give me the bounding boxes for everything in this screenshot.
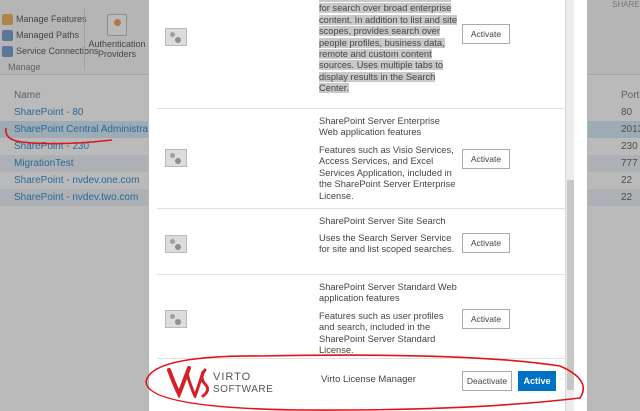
- dialog-scrollbar[interactable]: [565, 0, 574, 411]
- virto-logo-mark-icon: [167, 366, 210, 398]
- feature-description: Uses the Search Server Service for site …: [319, 233, 455, 255]
- virto-software-logo: VIRTO SOFTWARE: [167, 366, 273, 398]
- activate-button[interactable]: Activate: [462, 24, 510, 44]
- feature-title: SharePoint Server Site Search: [319, 216, 446, 226]
- feature-title: SharePoint Server Standard Web applicati…: [319, 282, 457, 304]
- feature-icon: [165, 235, 187, 253]
- dialog-scrollbar-thumb[interactable]: [567, 180, 574, 390]
- feature-row: SharePoint Server Enterprise Web applica…: [157, 108, 569, 208]
- deactivate-button[interactable]: Deactivate: [462, 371, 512, 391]
- activate-button[interactable]: Activate: [462, 233, 510, 253]
- feature-row: Uses the Search Server Service for searc…: [157, 0, 569, 108]
- active-status-button[interactable]: Active: [518, 371, 556, 391]
- feature-description: Uses the Search Server Service for searc…: [319, 0, 461, 95]
- feature-description: Features such as user profiles and searc…: [319, 311, 444, 356]
- manage-web-application-features-dialog: Uses the Search Server Service for searc…: [148, 0, 588, 411]
- virto-logo-text-1: VIRTO: [213, 371, 251, 383]
- feature-icon: [165, 28, 187, 46]
- feature-icon: [165, 149, 187, 167]
- activate-button[interactable]: Activate: [462, 149, 510, 169]
- feature-description: Features such as Visio Services, Access …: [319, 145, 456, 201]
- feature-row: SharePoint Server Standard Web applicati…: [157, 274, 569, 358]
- feature-title: SharePoint Server Enterprise Web applica…: [319, 116, 440, 138]
- activate-button[interactable]: Activate: [462, 309, 510, 329]
- feature-icon: [165, 310, 187, 328]
- feature-row: SharePoint Server Site Search Uses the S…: [157, 208, 569, 274]
- virto-license-manager-title: Virto License Manager: [321, 374, 416, 385]
- virto-logo-text-2: SOFTWARE: [213, 384, 273, 395]
